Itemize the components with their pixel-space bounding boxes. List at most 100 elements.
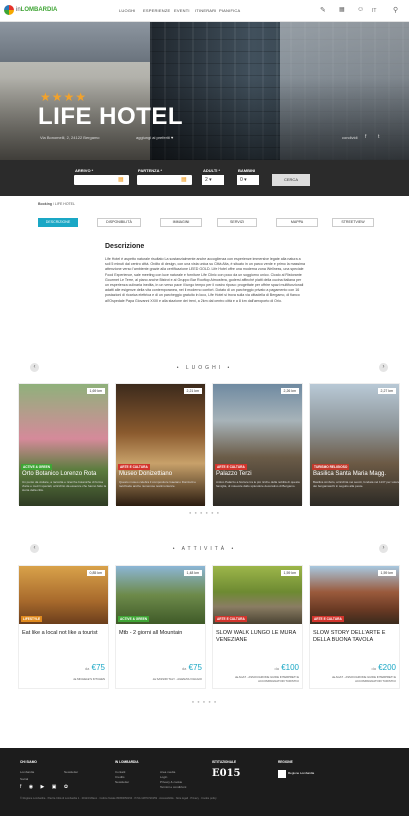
category-badge: ARTE E CULTURA: [118, 464, 150, 470]
footer-link[interactable]: Termini e condizioni: [160, 785, 186, 789]
breadcrumb-current: LIFE HOTEL: [54, 202, 75, 206]
activity-title: Eat like a local not like a tourist: [22, 630, 98, 636]
favourites-link[interactable]: aggiungi ai preferiti ♥: [136, 135, 173, 140]
calendar-icon[interactable]: ▦: [181, 176, 187, 183]
place-description: Antico Palazzo a fiorisce tra le più ric…: [216, 480, 300, 488]
children-select[interactable]: 0 ▾: [237, 175, 259, 185]
category-badge: LIFESTYLE: [21, 616, 43, 622]
language-selector[interactable]: IT: [372, 8, 376, 14]
activity-card[interactable]: 1,59 km ARTE E CULTURA SLOW STORY DELL'A…: [309, 565, 400, 689]
top-navbar: inLOMBARDIA LUOGHI ESPERIENZE EVENTI ITI…: [0, 0, 409, 22]
place-card[interactable]: 2,26 km ARTE E CULTURA Palazzo Terzi Ant…: [212, 383, 303, 506]
tab-immagini[interactable]: IMMAGINI: [160, 218, 202, 227]
breadcrumb-home[interactable]: Booking: [38, 202, 52, 206]
footer-link[interactable]: Lombardia: [20, 770, 34, 774]
places-section-title: • LUOGHI •: [176, 365, 233, 371]
footer-link[interactable]: Contatti: [115, 770, 125, 774]
footer: [0, 748, 409, 816]
activities-section-title: • ATTIVITÀ •: [172, 546, 237, 552]
category-badge: ARTE E CULTURA: [312, 616, 344, 622]
activity-title: SLOW STORY DELL'ARTE E DELLA BUONA TAVOL…: [313, 630, 386, 643]
activity-organizer: da AGAT - ASSOCIAZIONE GUIDE INTERPRETI …: [331, 675, 396, 683]
footer-link[interactable]: Privacy & cookie: [160, 780, 182, 784]
rating-stars: ★★★★: [40, 90, 88, 104]
hotel-address: Via Bonomelli, 2, 24122 Bergamo: [40, 135, 100, 140]
adults-select[interactable]: 2 ▾: [202, 175, 224, 185]
place-card[interactable]: 2,27 km TURISMO RELIGIOSO Basilica Santa…: [309, 383, 400, 506]
footer-link[interactable]: Credits: [115, 775, 125, 779]
activity-price: da €100: [275, 663, 299, 672]
favourites-label: aggiungi ai preferiti: [136, 135, 170, 140]
distance-badge: 2,27 km: [377, 388, 396, 394]
place-description: Un punto da visitare, a raccolta e ricer…: [22, 480, 107, 492]
distance-badge: 1,48 km: [183, 570, 202, 576]
activity-title: SLOW WALK LUNGO LE MURA VENEZIANE: [216, 630, 296, 643]
distance-badge: 1,69 km: [86, 388, 105, 394]
activity-price: da €200: [372, 663, 396, 672]
breadcrumb: Booking / LIFE HOTEL: [38, 202, 75, 206]
category-badge: ARTE E CULTURA: [215, 616, 247, 622]
place-card[interactable]: 2,21 km ARTE E CULTURA Museo Donizettian…: [115, 383, 206, 506]
price-prefix: da: [84, 666, 90, 671]
search-button[interactable]: CERCA: [272, 174, 310, 186]
e015-logo[interactable]: E015: [212, 768, 241, 779]
footer-link[interactable]: Area media: [160, 770, 175, 774]
footer-col3-title: ISTITUZIONALE: [212, 760, 237, 764]
children-value: 0: [240, 177, 243, 183]
tab-descrizione[interactable]: DESCRIZIONE: [38, 218, 78, 227]
calendar-icon[interactable]: ▦: [118, 176, 124, 183]
regione-logo-icon: [278, 770, 286, 778]
nav-item-pianifica[interactable]: PIANIFICA: [219, 8, 240, 13]
place-card[interactable]: 1,69 km ACTIVE & GREEN Orto Botanico Lor…: [18, 383, 109, 506]
footer-link[interactable]: Newsletter: [64, 770, 78, 774]
tab-mappa[interactable]: MAPPA: [276, 218, 318, 227]
price-prefix: da: [371, 666, 376, 671]
nav-item-esperienze[interactable]: ESPERIENZE: [143, 8, 170, 13]
tab-servizi[interactable]: SERVIZI: [217, 218, 257, 227]
facebook-icon[interactable]: f: [365, 134, 366, 140]
carousel-dots[interactable]: ● ● ● ● ● ●: [0, 510, 409, 515]
nav-item-luoghi[interactable]: LUOGHI: [119, 8, 136, 13]
nav-item-eventi[interactable]: EVENTI: [174, 8, 190, 13]
activity-organizer: da SASSIRI TALY - AGENZIA VIAGGIO: [152, 677, 202, 681]
footer-link[interactable]: Newsletter: [115, 780, 129, 784]
social-icons[interactable]: f ◉ ▶ ▣ ✿: [20, 784, 71, 790]
description-heading: Descrizione: [105, 243, 145, 250]
carousel-prev-button[interactable]: ‹: [30, 544, 39, 553]
place-title: Basilica Santa Maria Magg.: [313, 471, 387, 477]
chevron-down-icon: ▾: [209, 177, 212, 183]
price-value: €200: [378, 663, 396, 672]
carousel-next-button[interactable]: ›: [379, 544, 388, 553]
site-logo[interactable]: inLOMBARDIA: [4, 5, 57, 15]
tab-disponibilita[interactable]: DISPONIBILITÀ: [97, 218, 141, 227]
footer-link[interactable]: Login: [160, 775, 167, 779]
activity-card[interactable]: 1,48 km ACTIVE & GREEN Mtb - 2 giorni al…: [115, 565, 206, 689]
regione-logo-text[interactable]: Regione Lombardia: [288, 771, 318, 775]
activity-organizer: da AGAT - ASSOCIAZIONE GUIDE INTERPRETI …: [234, 675, 299, 683]
distance-badge: 1,59 km: [280, 570, 299, 576]
category-badge: TURISMO RELIGIOSO: [312, 464, 350, 470]
category-badge: ACTIVE & GREEN: [118, 616, 150, 622]
carousel-prev-button[interactable]: ‹: [30, 363, 39, 372]
place-title: Museo Donizettiano: [119, 471, 173, 477]
activity-card[interactable]: 1,59 km ARTE E CULTURA SLOW WALK LUNGO L…: [212, 565, 303, 689]
departure-label: PARTENZA *: [138, 168, 162, 173]
place-description: Questo museo celebra il compositore Gaet…: [119, 480, 196, 488]
search-icon[interactable]: ⚲: [393, 6, 398, 14]
carousel-next-button[interactable]: ›: [379, 363, 388, 372]
calendar-icon[interactable]: ▦: [339, 6, 345, 13]
twitter-icon[interactable]: t: [378, 134, 379, 140]
footer-link[interactable]: Social: [20, 777, 28, 781]
footer-col4-title: REGIONE: [278, 760, 293, 764]
nav-item-itinerari[interactable]: ITINERARI: [195, 8, 217, 13]
description-body: Life Hotel è aspetto naturale risultato …: [105, 257, 305, 303]
carousel-dots[interactable]: ● ● ● ● ●: [0, 699, 409, 704]
user-icon[interactable]: ☺: [357, 6, 364, 13]
adults-label: ADULTI *: [203, 168, 221, 173]
arrival-label: ARRIVO *: [75, 168, 94, 173]
place-title: Palazzo Terzi: [216, 471, 252, 477]
chat-icon[interactable]: ✎: [320, 6, 326, 14]
tab-streetview[interactable]: STREETVIEW: [332, 218, 374, 227]
logo-icon: [4, 5, 14, 15]
activity-card[interactable]: 0,85 km LIFESTYLE Eat like a local not l…: [18, 565, 109, 689]
